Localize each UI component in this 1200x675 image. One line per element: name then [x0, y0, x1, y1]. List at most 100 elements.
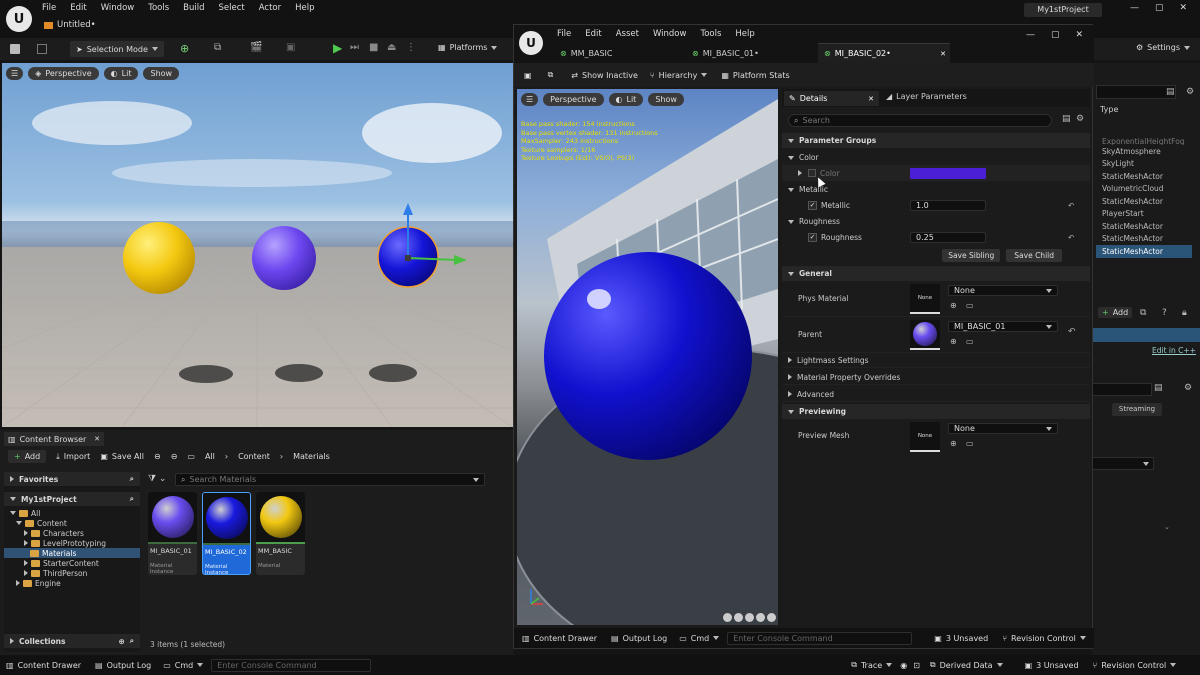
close-icon[interactable]: ✕ [1180, 3, 1188, 13]
trace-button[interactable]: ⧉ Trace [851, 660, 893, 670]
level-tab[interactable]: Untitled• [44, 20, 96, 30]
roughness-group-header[interactable]: Roughness [782, 214, 1090, 229]
add-button[interactable]: + Add [8, 450, 47, 463]
outliner-save-icon[interactable]: ▤ [1166, 87, 1175, 97]
selection-mode-button[interactable]: ➤ Selection Mode [70, 41, 164, 57]
minimize-icon[interactable]: — [1130, 3, 1139, 13]
blueprint-icon[interactable]: ⧉ [214, 42, 221, 53]
menu-window[interactable]: Window [101, 3, 135, 13]
streaming-tab[interactable]: Streaming [1112, 403, 1162, 416]
previewing-header[interactable]: Previewing [782, 404, 1090, 419]
outliner-item[interactable]: SkyLight [1096, 158, 1192, 171]
tree-item-startercontent[interactable]: StarterContent [4, 558, 140, 568]
content-drawer-button[interactable]: ▥ Content Drawer [522, 634, 597, 643]
show-button[interactable]: Show [143, 67, 180, 80]
tab-mm-basic[interactable]: ⊗ MM_BASIC [554, 45, 679, 61]
outliner-item[interactable]: SkyAtmosphere [1096, 145, 1192, 158]
color-override-checkbox[interactable] [808, 169, 816, 177]
reset-icon[interactable]: ↶ [1068, 327, 1076, 337]
lit-button[interactable]: ◐ Lit [608, 93, 644, 106]
phys-material-dropdown[interactable]: None [948, 285, 1058, 296]
content-browser-tab[interactable]: ▥ Content Browser ✕ [4, 432, 104, 446]
layer-parameters-tab[interactable]: ◢ Layer Parameters [886, 92, 967, 101]
material-preview-viewport[interactable]: ☰ Perspective ◐ Lit Show Base pass shader… [517, 89, 778, 625]
preview-mesh-thumbnail[interactable]: None [910, 422, 940, 452]
outliner-item[interactable]: StaticMeshActor [1096, 195, 1192, 208]
blueprint-icon[interactable]: ⧉ [1140, 308, 1146, 318]
breadcrumb-content[interactable]: Content [238, 452, 270, 461]
console-input[interactable]: Enter Console Command [727, 631, 913, 645]
revision-control-button[interactable]: ⑂ Revision Control [1002, 634, 1086, 643]
menu-asset[interactable]: Asset [616, 29, 639, 39]
source-control-icon[interactable] [37, 44, 47, 54]
platforms-button[interactable]: ▦ Platforms [438, 43, 498, 52]
menu-help[interactable]: Help [295, 3, 314, 13]
cmd-button[interactable]: ▭ Cmd [163, 661, 204, 670]
general-header[interactable]: General [782, 266, 1090, 281]
minimize-icon[interactable]: — [1026, 30, 1035, 40]
maximize-icon[interactable]: ▢ [1155, 3, 1164, 13]
lit-button[interactable]: ◐ Lit [103, 67, 139, 80]
metallic-checkbox[interactable]: ✓ [808, 200, 817, 210]
menu-window[interactable]: Window [653, 29, 687, 39]
derived-data-button[interactable]: ⧉ Derived Data [930, 660, 1003, 670]
cylinder-icon[interactable] [723, 613, 732, 622]
roughness-value-input[interactable]: 0.25 [910, 231, 986, 243]
output-log-button[interactable]: ▤ Output Log [611, 634, 667, 643]
property-dropdown[interactable] [1092, 457, 1154, 470]
outliner-filter[interactable] [1096, 85, 1176, 99]
metallic-value-input[interactable]: 1.0 [910, 199, 986, 211]
play-options-icon[interactable]: ⋮ [406, 42, 416, 53]
table-view-icon[interactable]: ▤ [1062, 114, 1071, 124]
save-sibling-button[interactable]: Save Sibling [942, 248, 1001, 262]
project-header[interactable]: My1stProject ⌕ [4, 492, 140, 506]
tab-mi-basic-02[interactable]: ⊗ MI_BASIC_02• ✕ [818, 43, 950, 63]
outliner-item[interactable]: PlayerStart [1096, 208, 1192, 221]
console-input[interactable]: Enter Console Command [211, 658, 372, 672]
breadcrumb-materials[interactable]: Materials [293, 452, 330, 461]
browse-folder-icon[interactable]: ▭ [966, 439, 974, 448]
color-group-header[interactable]: Color [782, 150, 1090, 165]
level-viewport[interactable]: ☰ ◈ Perspective ◐ Lit Show [2, 63, 513, 427]
lightmass-settings-header[interactable]: Lightmass Settings [782, 353, 1090, 368]
use-selected-icon[interactable]: ⊕ [950, 337, 957, 346]
parent-thumbnail[interactable] [910, 320, 940, 350]
tree-item-characters[interactable]: Characters [4, 528, 140, 538]
tree-item-thirdperson[interactable]: ThirdPerson [4, 568, 140, 578]
asset-tile[interactable]: MI_BASIC_01 Material Instance [148, 492, 197, 575]
menu-edit[interactable]: Edit [585, 29, 601, 39]
details-settings-icon[interactable]: ⚙ [1184, 383, 1192, 393]
teapot-icon[interactable] [767, 613, 776, 622]
details-search[interactable] [1092, 383, 1152, 396]
output-log-button[interactable]: ▤ Output Log [95, 661, 151, 670]
details-table-icon[interactable]: ▤ [1154, 383, 1163, 393]
cube-icon[interactable] [756, 613, 765, 622]
menu-select[interactable]: Select [219, 3, 245, 13]
save-all-button[interactable]: ▣ Save All [100, 452, 144, 461]
back-icon[interactable]: ⊖ [154, 452, 161, 461]
outliner-item[interactable]: StaticMeshActor [1096, 233, 1192, 246]
phys-material-thumbnail[interactable]: None [910, 284, 940, 314]
unreal-logo[interactable]: U [6, 6, 32, 32]
lock-icon[interactable]: 🔒︎ [1182, 308, 1187, 318]
play-icon[interactable]: ▶ [333, 41, 342, 55]
favorites-header[interactable]: Favorites ⌕ [4, 472, 140, 486]
revision-control-button[interactable]: ⑂ Revision Control [1093, 661, 1177, 670]
material-property-overrides-header[interactable]: Material Property Overrides [782, 370, 1090, 385]
outliner-settings-icon[interactable]: ⚙ [1186, 87, 1194, 97]
menu-file[interactable]: File [42, 3, 56, 13]
plane-icon[interactable] [745, 613, 754, 622]
camera-icon[interactable]: ⊡ [913, 661, 920, 670]
tree-item-levelprototyping[interactable]: LevelPrototyping [4, 538, 140, 548]
sphere-icon[interactable] [734, 613, 743, 622]
outliner-item[interactable]: VolumetricCloud [1096, 183, 1192, 196]
close-icon[interactable]: ✕ [868, 95, 874, 103]
eject-icon[interactable]: ⏏ [387, 42, 396, 53]
play-next-icon[interactable]: ⏭ [350, 42, 359, 53]
menu-file[interactable]: File [557, 29, 571, 39]
details-tab[interactable]: ✎ Details ✕ [784, 91, 879, 106]
menu-actor[interactable]: Actor [259, 3, 281, 13]
browse-folder-icon[interactable]: ▭ [966, 301, 974, 310]
maximize-icon[interactable]: ▢ [1051, 30, 1060, 40]
forward-icon[interactable]: ⊖ [171, 452, 178, 461]
